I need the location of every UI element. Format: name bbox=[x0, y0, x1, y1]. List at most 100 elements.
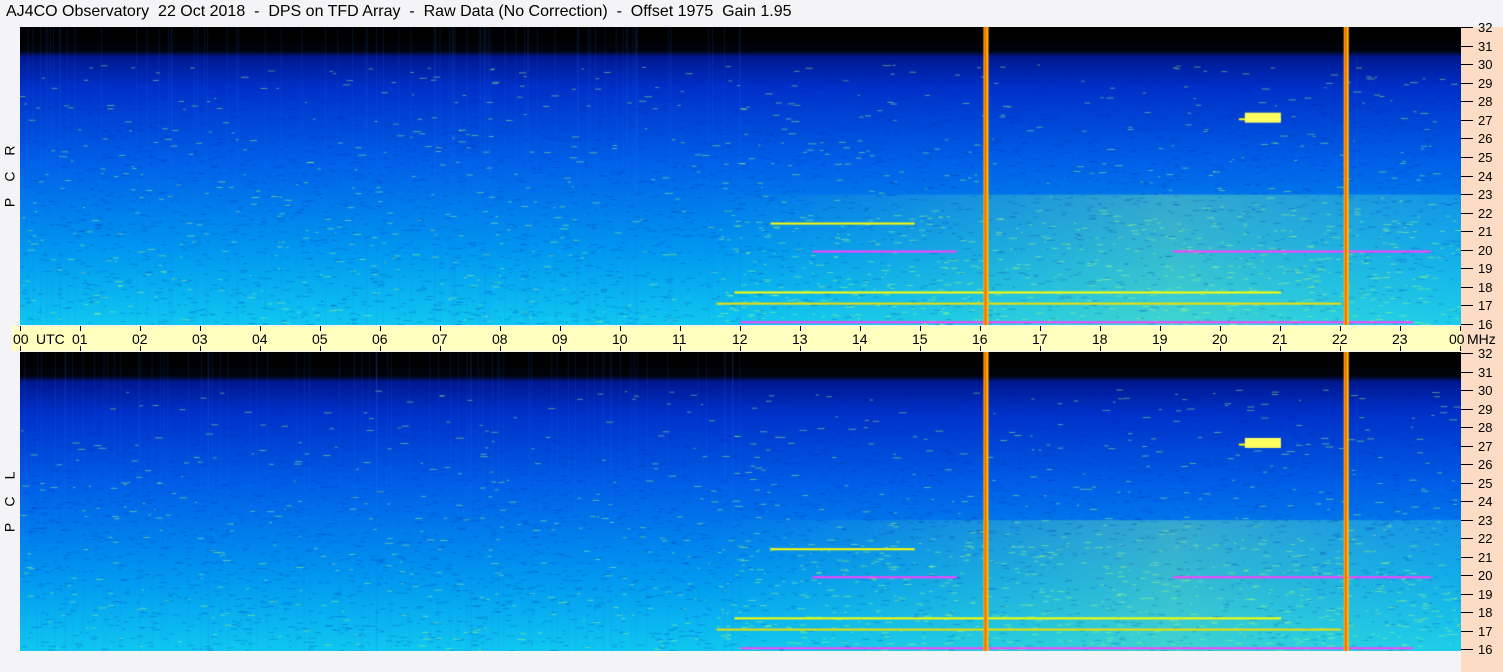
freq-tick-label: 20 bbox=[1478, 242, 1493, 258]
freq-tick bbox=[1461, 138, 1473, 140]
time-tick bbox=[20, 326, 21, 331]
freq-tick-label: 23 bbox=[1478, 512, 1493, 528]
time-tick bbox=[920, 326, 921, 331]
time-tick-label: 04 bbox=[252, 331, 268, 347]
time-tick bbox=[1220, 326, 1221, 331]
freq-tick bbox=[1461, 212, 1473, 214]
freq-tick-label: 30 bbox=[1478, 383, 1493, 398]
time-tick-label: 00 bbox=[13, 331, 29, 347]
time-tick bbox=[1040, 326, 1041, 331]
freq-tick bbox=[1461, 427, 1473, 428]
freq-tick-label: 17 bbox=[1478, 623, 1493, 639]
time-tick bbox=[500, 326, 501, 331]
time-tick bbox=[200, 346, 201, 351]
lcp-panel bbox=[20, 352, 1461, 651]
freq-tick bbox=[1461, 101, 1473, 103]
time-tick bbox=[740, 326, 741, 331]
freq-tick bbox=[1461, 119, 1473, 121]
freq-tick bbox=[1461, 519, 1473, 521]
time-tick bbox=[560, 346, 561, 351]
freq-tick-label: 28 bbox=[1478, 420, 1493, 435]
freq-tick bbox=[1461, 371, 1473, 373]
freq-tick bbox=[1461, 231, 1473, 233]
time-tick-label: 10 bbox=[612, 331, 628, 347]
time-tick bbox=[560, 326, 561, 331]
freq-tick-label: 24 bbox=[1478, 494, 1493, 509]
time-tick bbox=[800, 346, 801, 351]
time-tick bbox=[1340, 326, 1341, 331]
freq-tick bbox=[1461, 82, 1473, 84]
freq-tick-label: 21 bbox=[1478, 224, 1493, 240]
time-tick bbox=[140, 326, 141, 331]
freq-tick-label: 22 bbox=[1478, 531, 1493, 546]
time-tick bbox=[860, 346, 861, 351]
time-tick-label: 17 bbox=[1032, 331, 1048, 347]
freq-tick-label: 25 bbox=[1478, 149, 1493, 165]
time-tick bbox=[440, 326, 441, 331]
time-tick bbox=[980, 326, 981, 331]
freq-tick-label: 29 bbox=[1478, 401, 1493, 417]
time-tick bbox=[1160, 326, 1161, 331]
time-tick bbox=[1100, 346, 1101, 351]
time-tick bbox=[620, 346, 621, 351]
freq-tick bbox=[1461, 353, 1473, 354]
time-tick bbox=[1340, 346, 1341, 351]
time-tick bbox=[860, 326, 861, 331]
time-tick bbox=[740, 346, 741, 351]
rcp-spectrogram bbox=[20, 27, 1461, 325]
freq-tick bbox=[1461, 45, 1473, 47]
time-tick-label: 07 bbox=[432, 331, 448, 347]
time-tick bbox=[80, 346, 81, 351]
freq-tick bbox=[1461, 408, 1473, 410]
freq-tick-label: 19 bbox=[1478, 586, 1493, 602]
freq-tick-label: 18 bbox=[1478, 605, 1493, 620]
time-tick bbox=[1400, 346, 1401, 351]
time-tick bbox=[680, 326, 681, 331]
freq-tick bbox=[1461, 194, 1473, 196]
rcp-label: RCP bbox=[1, 145, 18, 208]
time-tick bbox=[1460, 346, 1461, 351]
freq-tick-label: 18 bbox=[1478, 279, 1493, 295]
freq-tick bbox=[1461, 575, 1473, 576]
freq-tick bbox=[1461, 538, 1473, 539]
freq-tick-label: 20 bbox=[1478, 568, 1493, 583]
time-tick-label: 15 bbox=[912, 331, 928, 347]
freq-tick bbox=[1461, 445, 1473, 447]
freq-tick bbox=[1461, 612, 1473, 613]
time-tick bbox=[140, 346, 141, 351]
freq-tick bbox=[1461, 249, 1473, 251]
time-tick bbox=[320, 326, 321, 331]
freq-tick-label: 29 bbox=[1478, 75, 1493, 91]
time-tick bbox=[620, 326, 621, 331]
time-tick-label: 23 bbox=[1392, 331, 1408, 347]
time-tick-label: 08 bbox=[492, 331, 508, 347]
time-tick-label: 18 bbox=[1092, 331, 1108, 347]
time-tick-label: 03 bbox=[192, 331, 208, 347]
time-tick bbox=[320, 346, 321, 351]
freq-tick-label: 27 bbox=[1478, 438, 1493, 454]
freq-tick bbox=[1461, 268, 1473, 270]
time-tick-label: 01 bbox=[72, 331, 88, 347]
utc-label: UTC bbox=[36, 331, 65, 347]
time-tick-label: 14 bbox=[852, 331, 868, 347]
freq-tick-label: 16 bbox=[1478, 317, 1493, 332]
time-tick bbox=[1400, 326, 1401, 331]
rcp-panel bbox=[20, 27, 1461, 325]
time-tick-label: 13 bbox=[792, 331, 808, 347]
freq-tick bbox=[1461, 324, 1473, 325]
time-tick-label: 21 bbox=[1272, 331, 1288, 347]
time-tick bbox=[1100, 326, 1101, 331]
time-tick bbox=[200, 326, 201, 331]
freq-tick bbox=[1461, 64, 1473, 66]
freq-tick-label: 26 bbox=[1478, 131, 1493, 147]
time-tick-label: 02 bbox=[132, 331, 148, 347]
time-tick-label: 11 bbox=[672, 331, 687, 347]
time-tick-label: 22 bbox=[1332, 331, 1348, 347]
freq-tick bbox=[1461, 305, 1473, 307]
time-tick bbox=[920, 346, 921, 351]
time-tick-label: 05 bbox=[312, 331, 328, 347]
freq-tick-label: 16 bbox=[1478, 642, 1493, 657]
freq-tick-label: 30 bbox=[1478, 57, 1493, 73]
freq-tick-label: 27 bbox=[1478, 112, 1493, 128]
time-tick bbox=[380, 346, 381, 351]
